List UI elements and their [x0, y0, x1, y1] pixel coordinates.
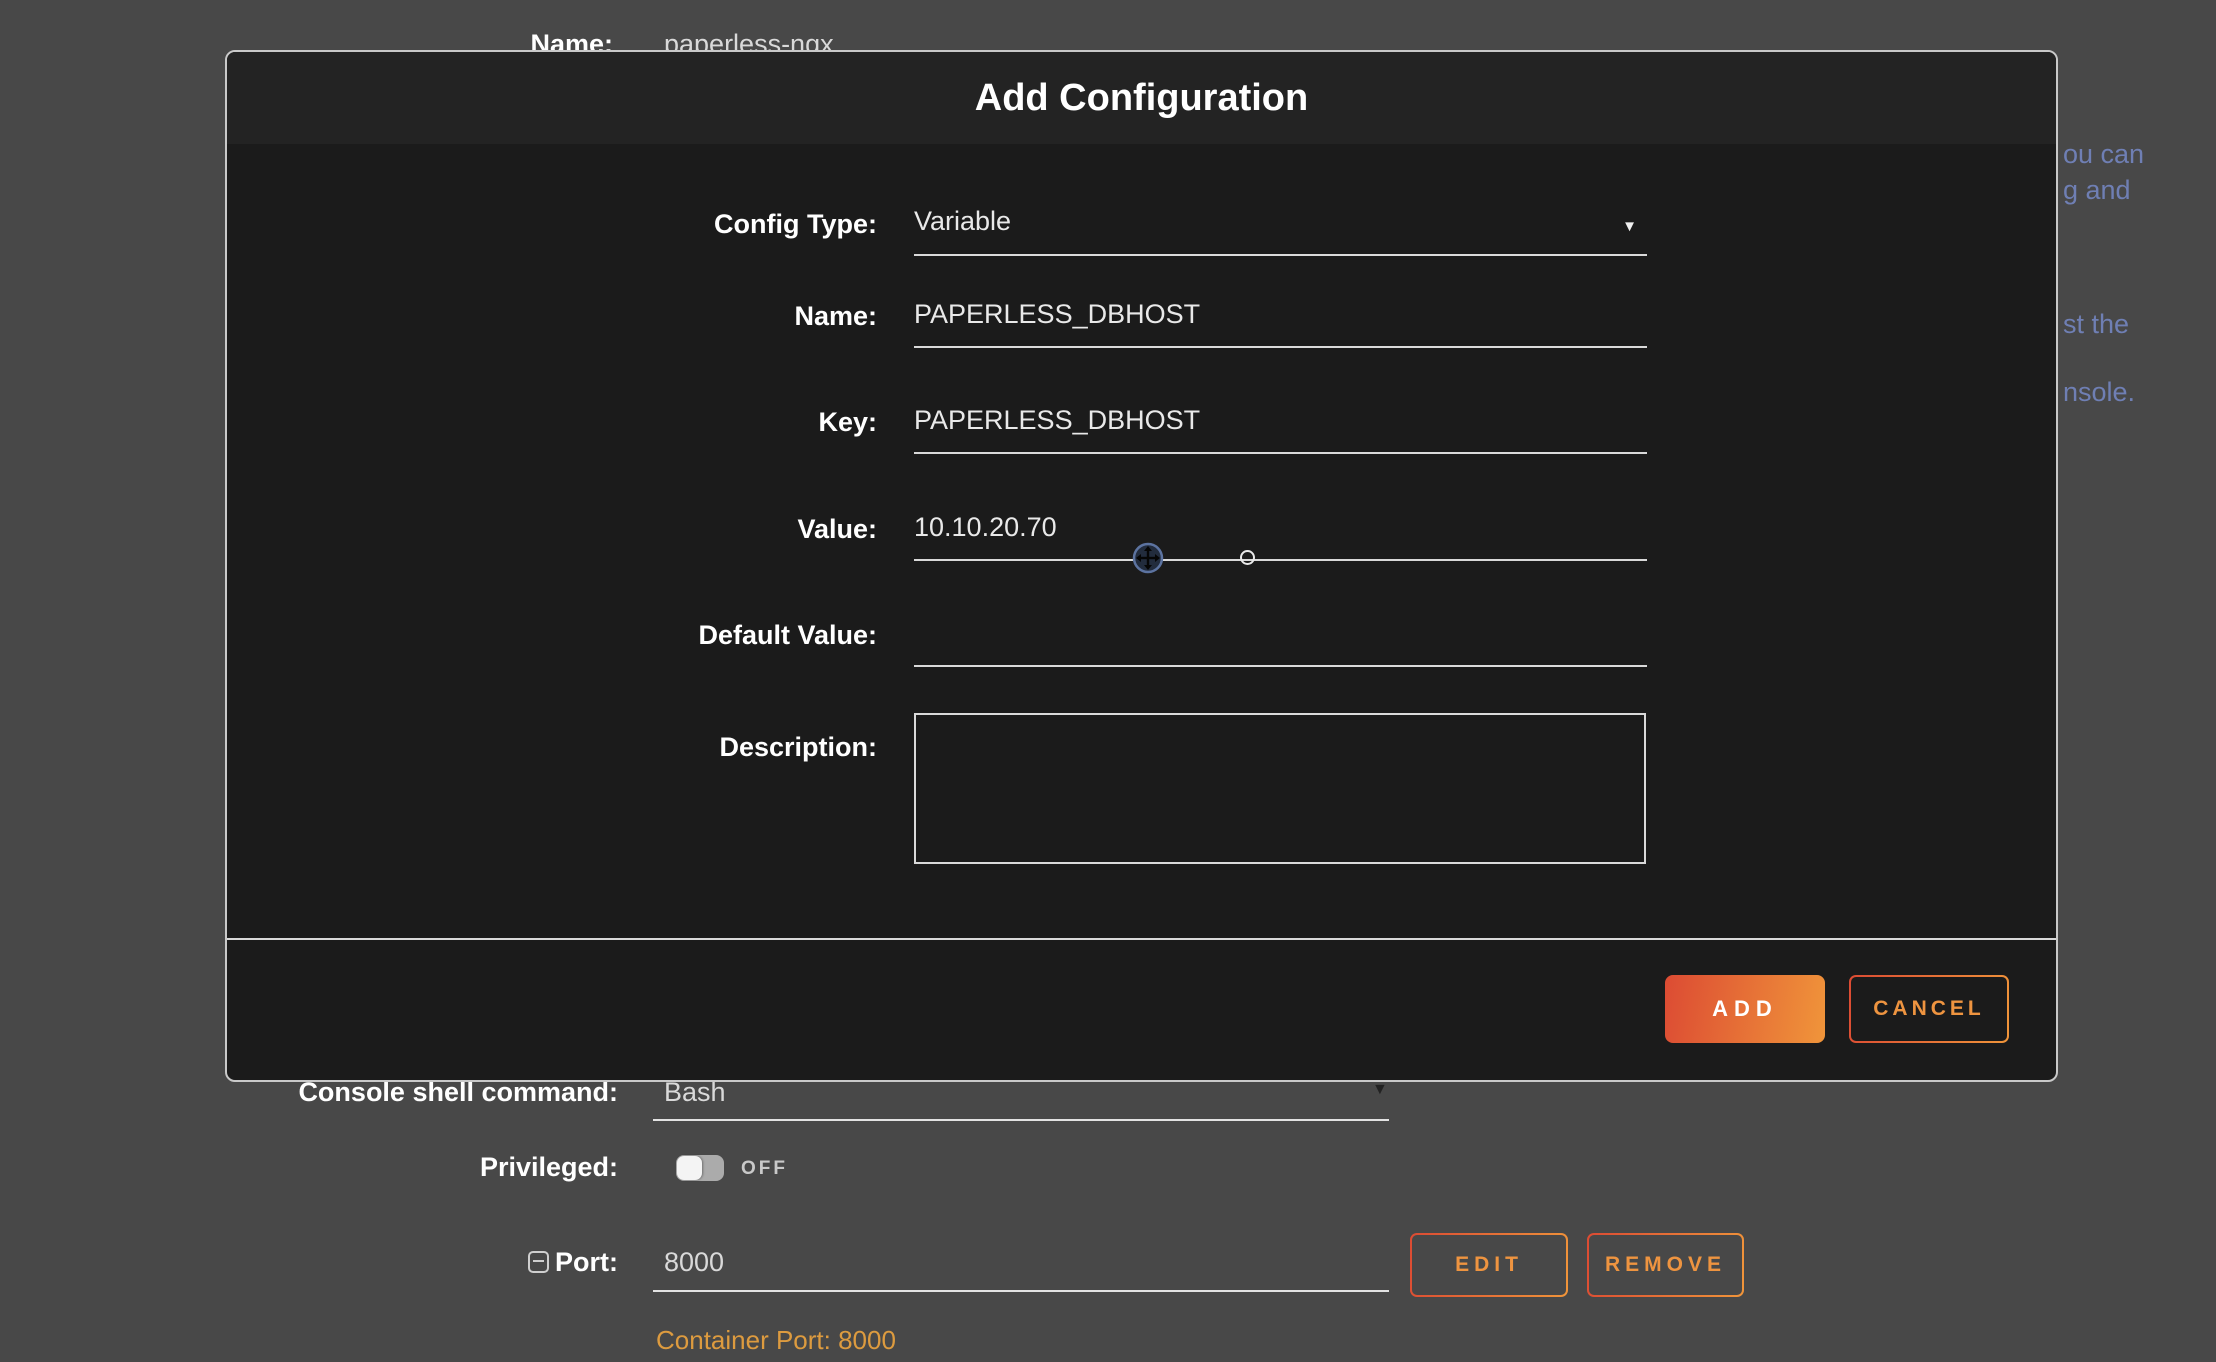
port-value[interactable]: 8000: [664, 1246, 724, 1278]
config-type-label: Config Type:: [227, 207, 877, 241]
dialog-title: Add Configuration: [227, 52, 2056, 144]
key-input[interactable]: [914, 404, 1647, 454]
app-screen: Name: paperless-ngx ou can g and st the …: [0, 0, 2216, 1362]
default-value-input[interactable]: [914, 617, 1647, 667]
value-label: Value:: [227, 512, 877, 546]
port-label: Port:: [0, 1246, 618, 1278]
edit-button-label: EDIT: [1412, 1235, 1566, 1295]
privileged-label: Privileged:: [0, 1151, 618, 1183]
container-port-note: Container Port: 8000: [656, 1325, 896, 1355]
value-input[interactable]: [914, 511, 1647, 561]
port-underline: [653, 1290, 1389, 1292]
description-textarea[interactable]: [914, 713, 1646, 864]
click-indicator-icon: [1240, 550, 1255, 565]
chevron-down-icon[interactable]: ▼: [1372, 1082, 1388, 1098]
clipped-help-text: nsole.: [2063, 376, 2135, 408]
privileged-state: OFF: [741, 1158, 788, 1180]
privileged-toggle[interactable]: [676, 1155, 724, 1181]
name-input[interactable]: [914, 298, 1647, 348]
clipped-help-text: ou can: [2063, 138, 2144, 170]
footer-divider: [227, 938, 2056, 940]
toggle-knob: [677, 1156, 702, 1180]
key-label: Key:: [227, 405, 877, 439]
edit-button[interactable]: EDIT: [1410, 1233, 1568, 1297]
move-cursor-icon: [1132, 542, 1164, 574]
description-label: Description:: [227, 730, 877, 764]
chevron-down-icon: ▼: [1622, 212, 1637, 242]
console-shell-underline: [653, 1119, 1389, 1121]
config-type-value: Variable: [914, 206, 1011, 236]
name-label: Name:: [227, 299, 877, 333]
remove-button[interactable]: REMOVE: [1587, 1233, 1744, 1297]
default-value-label: Default Value:: [227, 618, 877, 652]
config-type-select[interactable]: Variable ▼: [914, 206, 1647, 256]
cancel-button-label: CANCEL: [1851, 977, 2007, 1041]
clipped-help-text: g and: [2063, 174, 2131, 206]
remove-button-label: REMOVE: [1589, 1235, 1742, 1295]
clipped-help-text: st the: [2063, 308, 2129, 340]
dialog-header: Add Configuration: [227, 52, 2056, 144]
cancel-button[interactable]: CANCEL: [1849, 975, 2009, 1043]
add-button[interactable]: ADD: [1665, 975, 1825, 1043]
